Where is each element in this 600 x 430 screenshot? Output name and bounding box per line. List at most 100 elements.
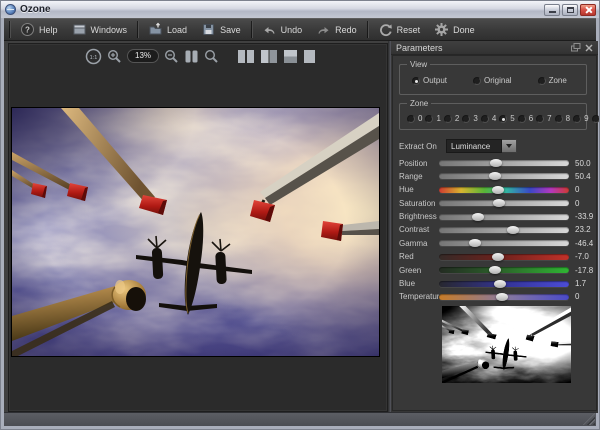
view-option-output[interactable]: Output <box>412 76 447 85</box>
layout-single-pane-button[interactable] <box>303 47 316 65</box>
contrast-slider-track[interactable] <box>439 225 569 234</box>
toolbar-separator <box>366 21 368 38</box>
actual-size-button[interactable]: 1:1 <box>85 47 102 65</box>
chevron-down-icon <box>506 144 512 148</box>
radio-original[interactable] <box>473 76 482 85</box>
slider-label: Hue <box>399 185 414 195</box>
zone-option-3[interactable]: 3 <box>462 114 478 123</box>
zone-radio-10[interactable] <box>591 114 599 123</box>
slider-label: Temperature <box>399 292 439 302</box>
brightness-slider-handle[interactable] <box>472 212 484 221</box>
magnifier-icon <box>205 49 218 63</box>
zone-radio-0[interactable] <box>407 114 415 123</box>
extract-on-value[interactable]: Luminance <box>446 139 502 153</box>
dropdown-button[interactable] <box>502 139 517 153</box>
windows-button[interactable]: Windows <box>65 20 135 39</box>
reset-button[interactable]: Reset <box>371 20 428 39</box>
help-button[interactable]: ? Help <box>13 20 65 39</box>
zone-radio-8[interactable] <box>554 114 563 123</box>
layout-two-pane-button[interactable] <box>237 47 255 65</box>
zoom-in-icon <box>107 49 121 63</box>
layout-two-pane-joined-button[interactable] <box>260 47 278 65</box>
extract-on-dropdown[interactable]: Luminance <box>446 139 517 153</box>
undo-button[interactable]: Undo <box>255 20 310 39</box>
green-slider-track[interactable] <box>439 266 569 275</box>
layout-two-pane-joined-icon <box>261 49 278 63</box>
close-button[interactable] <box>580 3 596 16</box>
parameters-header[interactable]: Parameters <box>391 41 598 55</box>
zone-option-10[interactable]: 10 <box>591 114 599 123</box>
parameters-body: View Output Original Zone Zone 0 1 2 3 4… <box>392 55 599 411</box>
load-button[interactable]: Load <box>141 20 194 39</box>
zone-option-2[interactable]: 2 <box>443 114 459 123</box>
zone-radio-2[interactable] <box>443 114 452 123</box>
zone-option-0[interactable]: 0 <box>407 114 422 123</box>
blue-slider-track[interactable] <box>439 279 569 288</box>
zone-option-5[interactable]: 5 <box>499 114 515 123</box>
zoom-in-button[interactable] <box>107 47 122 65</box>
red-slider-handle[interactable] <box>492 252 504 261</box>
parameters-title: Parameters <box>396 42 443 53</box>
titlebar[interactable]: Ozone <box>1 1 599 18</box>
contrast-slider-handle[interactable] <box>507 225 519 234</box>
zone-option-label: 7 <box>547 114 552 123</box>
range-slider-handle[interactable] <box>489 172 501 181</box>
saturation-slider-handle[interactable] <box>493 199 505 208</box>
range-slider-track[interactable] <box>439 172 569 181</box>
radio-zone[interactable] <box>537 76 546 85</box>
gamma-slider-track[interactable] <box>439 239 569 248</box>
maximize-button[interactable] <box>562 3 578 16</box>
zone-radio-1[interactable] <box>425 114 434 123</box>
zoom-out-button[interactable] <box>164 47 179 65</box>
position-slider-track[interactable] <box>439 159 569 167</box>
temperature-slider-handle[interactable] <box>496 292 508 301</box>
redo-button[interactable]: Redo <box>309 20 364 39</box>
green-slider-handle[interactable] <box>489 266 501 275</box>
compare-pages-button[interactable] <box>184 47 199 65</box>
toolbar-separator <box>9 21 10 38</box>
resize-grip[interactable] <box>583 413 595 425</box>
zone-radio-6[interactable] <box>517 114 526 123</box>
zone-group-label: Zone <box>407 99 432 108</box>
zone-radio-9[interactable] <box>573 114 582 123</box>
zoom-out-icon <box>165 49 178 63</box>
zone-option-8[interactable]: 8 <box>554 114 570 123</box>
zone-radio-5[interactable] <box>499 114 508 123</box>
float-panel-icon[interactable] <box>571 43 581 52</box>
hue-slider-track[interactable] <box>439 185 569 194</box>
radio-output[interactable] <box>412 76 420 85</box>
zone-option-1[interactable]: 1 <box>425 114 441 123</box>
zone-option-4[interactable]: 4 <box>480 114 496 123</box>
gamma-slider-row: Gamma -46.4 <box>399 238 597 248</box>
blue-slider-handle[interactable] <box>494 279 506 288</box>
layout-horizontal-split-button[interactable] <box>283 47 298 65</box>
zone-option-6[interactable]: 6 <box>517 114 534 123</box>
toolbar-separator <box>137 21 139 38</box>
temperature-slider-track[interactable] <box>439 292 569 301</box>
zone-radio-7[interactable] <box>536 114 545 123</box>
zoom-level[interactable]: 13% <box>127 49 160 63</box>
zone-option-label: 6 <box>528 114 534 123</box>
gamma-slider-handle[interactable] <box>469 239 481 248</box>
zone-option-7[interactable]: 7 <box>536 114 552 123</box>
minimize-button[interactable] <box>544 3 560 16</box>
red-slider-track[interactable] <box>439 252 569 261</box>
zone-radio-4[interactable] <box>480 114 489 123</box>
saturation-slider-track[interactable] <box>439 199 569 208</box>
brightness-slider-track[interactable] <box>439 212 569 221</box>
save-button[interactable]: Save <box>194 20 248 39</box>
gamma-slider-value: -46.4 <box>575 238 594 248</box>
done-button[interactable]: Done <box>427 20 482 39</box>
hue-slider-handle[interactable] <box>492 185 504 194</box>
zone-radio-3[interactable] <box>462 114 471 123</box>
hue-slider-value: 0 <box>575 185 580 195</box>
actual-size-icon: 1:1 <box>85 48 102 64</box>
view-option-original[interactable]: Original <box>473 76 512 85</box>
magnifier-button[interactable] <box>204 47 219 65</box>
temperature-slider-row: Temperature 0 <box>399 292 597 302</box>
close-panel-icon[interactable] <box>585 44 593 52</box>
view-option-zone[interactable]: Zone <box>537 76 567 85</box>
position-slider-handle[interactable] <box>490 159 502 167</box>
undo-arrow-icon <box>264 27 275 34</box>
zone-option-9[interactable]: 9 <box>573 114 589 123</box>
